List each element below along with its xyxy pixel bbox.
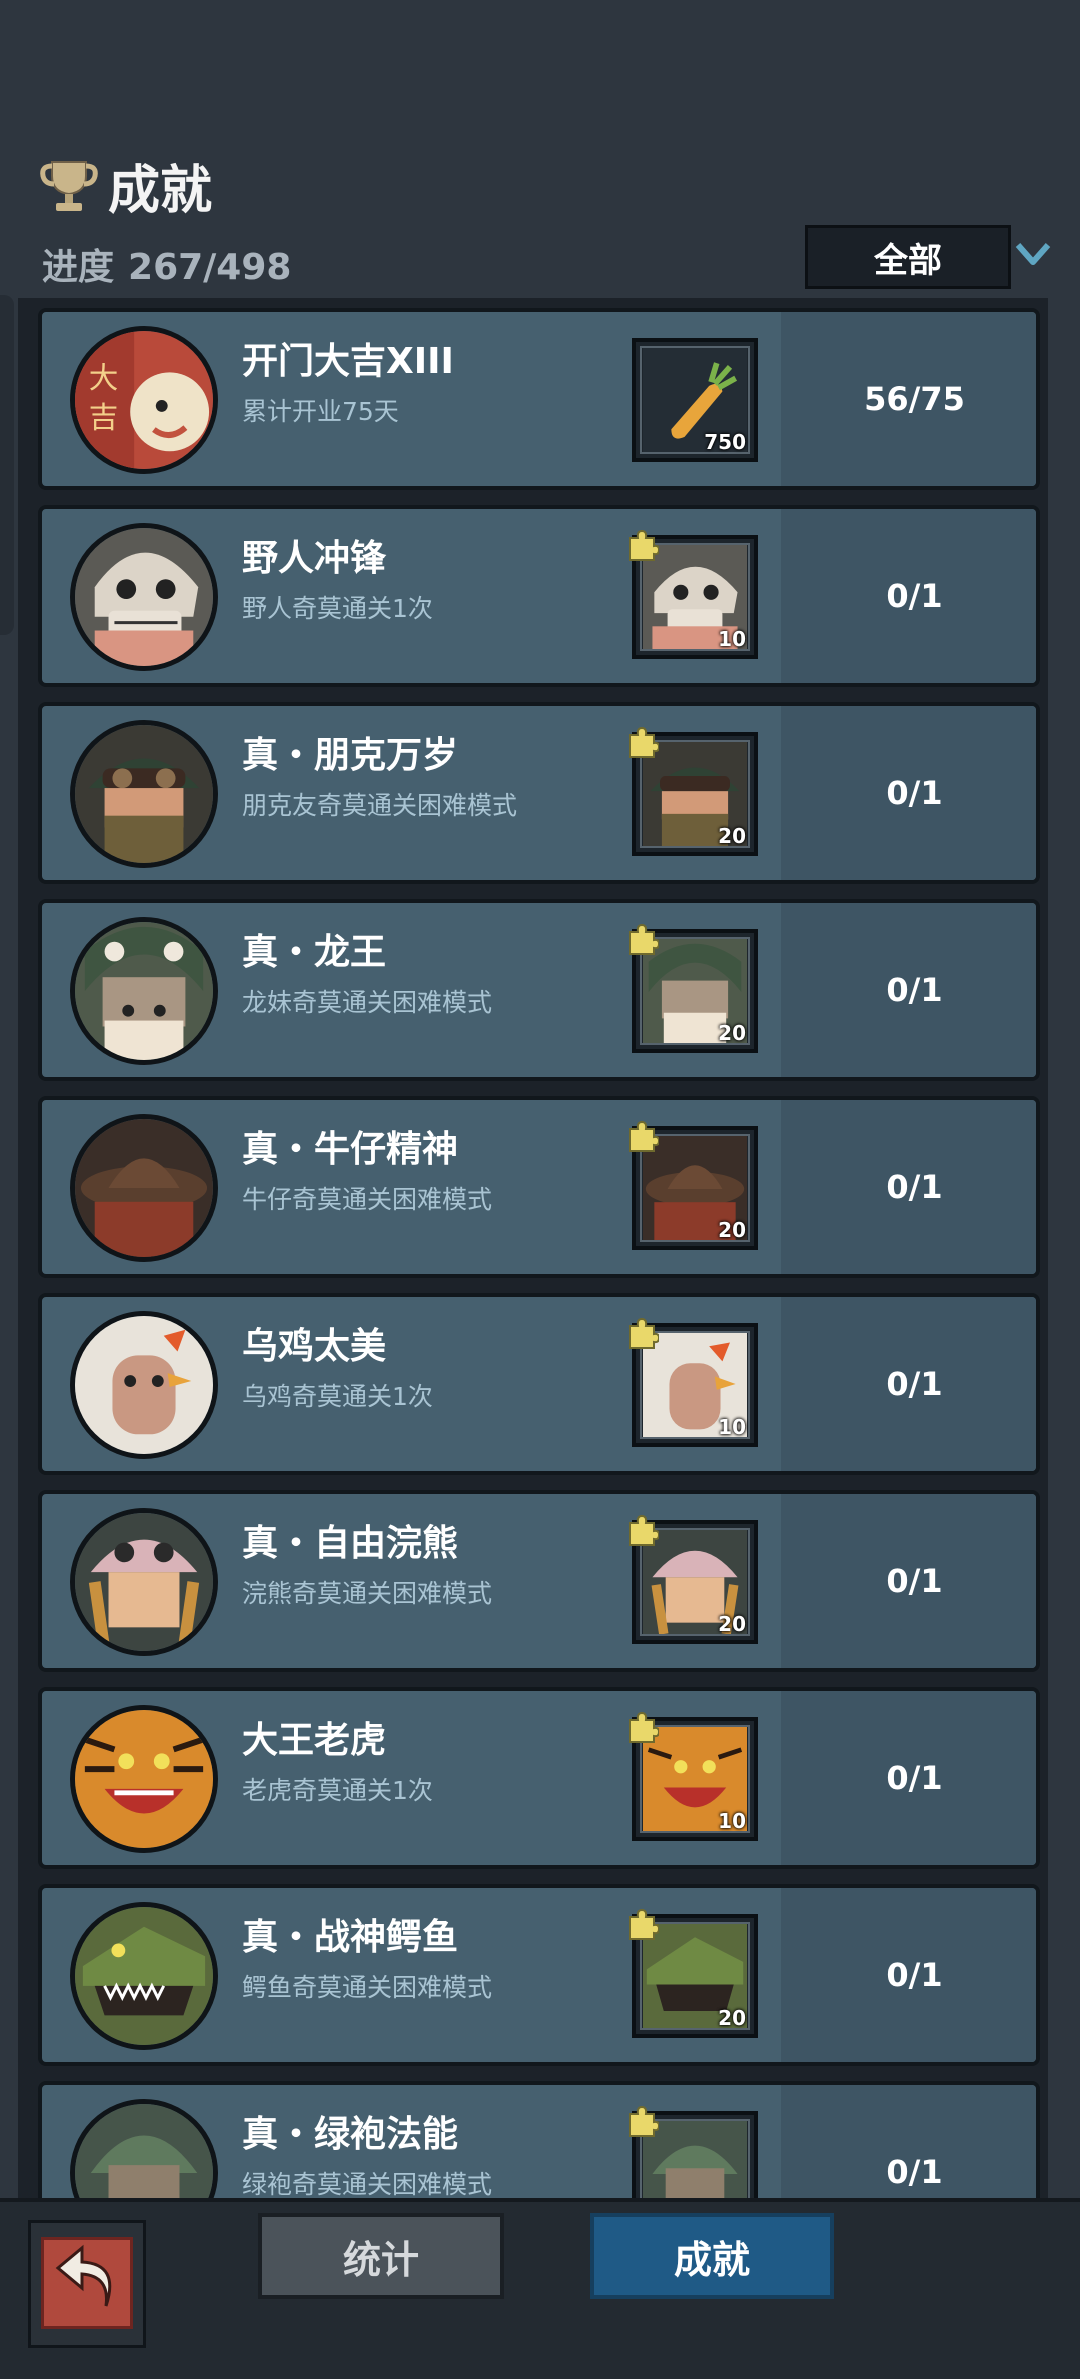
achievement-card[interactable]: 真・战神鳄鱼 鳄鱼奇莫通关困难模式 20 0/1 (38, 1884, 1040, 2066)
achievement-desc: 绿袍奇莫通关困难模式 (242, 2170, 493, 2199)
puzzle-piece-icon (629, 1514, 659, 1546)
svg-text:吉: 吉 (89, 401, 119, 435)
reward-qty: 20 (718, 1021, 746, 1045)
achievement-desc: 牛仔奇莫通关困难模式 (242, 1185, 493, 1214)
tab-achievements[interactable]: 成就 (590, 2213, 834, 2299)
svg-text:大: 大 (89, 361, 119, 395)
progress-label: 进度 (42, 247, 115, 288)
achievement-portrait (70, 1311, 218, 1459)
puzzle-piece-icon (629, 2105, 659, 2137)
achievement-name: 大王老虎 (242, 1720, 387, 1761)
achievement-portrait (70, 917, 218, 1065)
achievement-portrait (70, 720, 218, 868)
reward-qty: 10 (718, 1415, 746, 1439)
achievement-name: 野人冲锋 (242, 538, 387, 579)
achievement-desc: 乌鸡奇莫通关1次 (242, 1382, 433, 1411)
reward-qty: 20 (718, 824, 746, 848)
achievement-name: 真・战神鳄鱼 (242, 1917, 459, 1958)
puzzle-piece-icon (629, 529, 659, 561)
reward-qty: 750 (704, 430, 746, 454)
reward-qty: 20 (718, 1612, 746, 1636)
tab-achievements-label: 成就 (673, 2237, 750, 2282)
achievement-portrait: 大吉 (70, 326, 218, 474)
achievement-desc: 龙妹奇莫通关困难模式 (242, 988, 493, 1017)
progress-text: 进度 267/498 (42, 238, 291, 290)
filter-label: 全部 (874, 240, 942, 281)
achievement-count: 0/1 (886, 971, 943, 1009)
back-button-face (41, 2237, 133, 2329)
achievement-count: 0/1 (886, 577, 943, 615)
side-drawer-handle[interactable] (0, 295, 14, 635)
achievement-card[interactable]: 真・龙王 龙妹奇莫通关困难模式 20 0/1 (38, 899, 1040, 1081)
reward-slot[interactable]: 750 (632, 338, 758, 462)
achievement-name: 开门大吉XIII (242, 341, 454, 382)
achievement-count: 0/1 (886, 1759, 943, 1797)
achievement-count: 0/1 (886, 1168, 943, 1206)
achievement-count: 0/1 (886, 1562, 943, 1600)
achievement-card[interactable]: 真・自由浣熊 浣熊奇莫通关困难模式 20 0/1 (38, 1490, 1040, 1672)
achievement-desc: 野人奇莫通关1次 (242, 594, 433, 623)
title-row: 成就 (38, 150, 213, 221)
achievement-card[interactable]: 野人冲锋 野人奇莫通关1次 10 0/1 (38, 505, 1040, 687)
puzzle-piece-icon (629, 1908, 659, 1940)
achievement-count: 0/1 (886, 774, 943, 812)
achievement-name: 真・朋克万岁 (242, 735, 459, 776)
achievement-portrait (70, 1705, 218, 1853)
puzzle-piece-icon (629, 923, 659, 955)
puzzle-piece-icon (629, 726, 659, 758)
achievement-desc: 鳄鱼奇莫通关困难模式 (242, 1973, 493, 2002)
achievement-name: 真・绿袍法能 (242, 2114, 459, 2155)
puzzle-piece-icon (629, 1120, 659, 1152)
achievement-name: 真・自由浣熊 (242, 1523, 459, 1564)
reward-qty: 20 (718, 2006, 746, 2030)
achievement-portrait (70, 1114, 218, 1262)
reward-qty: 10 (718, 1809, 746, 1833)
return-arrow-icon (55, 2244, 112, 2307)
puzzle-piece-icon (629, 1711, 659, 1743)
achievement-card[interactable]: 大王老虎 老虎奇莫通关1次 10 0/1 (38, 1687, 1040, 1869)
achievement-card[interactable]: 真・牛仔精神 牛仔奇莫通关困难模式 20 0/1 (38, 1096, 1040, 1278)
achievement-portrait (70, 523, 218, 671)
achievement-card[interactable]: 大吉 开门大吉XIII 累计开业75天 750 56/75 (38, 308, 1040, 490)
achievement-card[interactable]: 真・朋克万岁 朋克友奇莫通关困难模式 20 0/1 (38, 702, 1040, 884)
achievement-card[interactable]: 乌鸡太美 乌鸡奇莫通关1次 10 0/1 (38, 1293, 1040, 1475)
achievement-portrait (70, 1508, 218, 1656)
reward-qty: 20 (718, 1218, 746, 1242)
bottom-bar (0, 2198, 1080, 2379)
achievement-desc: 浣熊奇莫通关困难模式 (242, 1579, 493, 1608)
achievement-portrait (70, 1902, 218, 2050)
achievement-name: 真・龙王 (242, 932, 387, 973)
reward-qty: 10 (718, 627, 746, 651)
achievement-count: 56/75 (864, 380, 965, 418)
achievement-count: 0/1 (886, 1365, 943, 1403)
tab-stats-label: 统计 (342, 2237, 419, 2282)
progress-value: 267/498 (128, 247, 292, 288)
achievement-name: 乌鸡太美 (242, 1326, 387, 1367)
achievement-desc: 累计开业75天 (242, 397, 399, 426)
filter-dropdown[interactable]: 全部 (805, 225, 1011, 289)
back-button[interactable] (28, 2220, 146, 2348)
achievement-desc: 老虎奇莫通关1次 (242, 1776, 433, 1805)
tab-stats[interactable]: 统计 (258, 2213, 504, 2299)
chevron-down-icon[interactable] (1015, 240, 1051, 268)
puzzle-piece-icon (629, 1317, 659, 1349)
page-title: 成就 (108, 160, 213, 221)
trophy-icon (40, 161, 98, 211)
achievement-count: 0/1 (886, 1956, 943, 1994)
achievement-desc: 朋克友奇莫通关困难模式 (242, 791, 518, 820)
achievement-name: 真・牛仔精神 (242, 1129, 459, 1170)
